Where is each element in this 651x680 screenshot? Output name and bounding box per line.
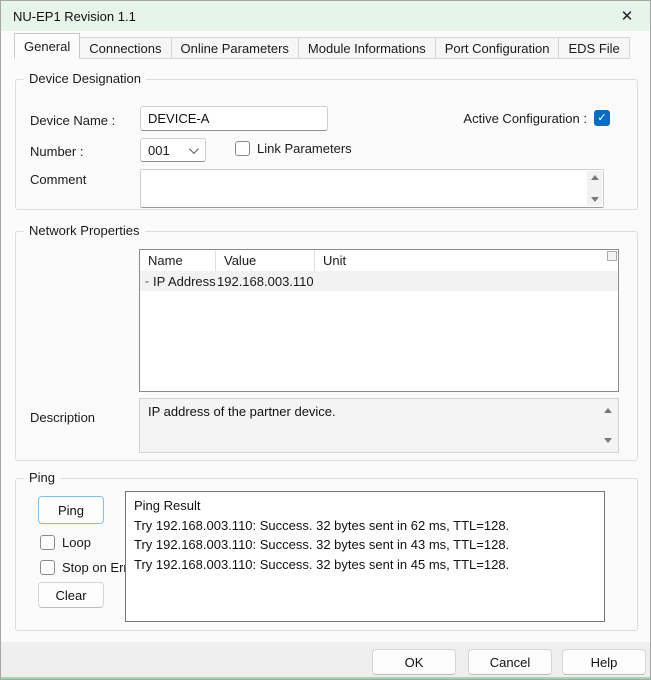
ping-result-line: Ping Result <box>134 496 596 516</box>
stop-on-error-checkbox[interactable] <box>40 560 55 575</box>
scroll-down-icon[interactable] <box>604 438 612 443</box>
close-icon[interactable]: ✕ <box>612 1 642 31</box>
tab-module-informations[interactable]: Module Informations <box>298 37 436 59</box>
device-designation-group-label: Device Designation <box>24 71 146 86</box>
link-parameters-label: Link Parameters <box>257 141 352 156</box>
ping-result-line: Try 192.168.003.110: Success. 32 bytes s… <box>134 516 596 536</box>
ping-group-label: Ping <box>24 470 60 485</box>
row-name-cell: IP Address <box>153 274 216 289</box>
clear-button[interactable]: Clear <box>38 582 104 608</box>
comment-label: Comment <box>30 172 86 187</box>
active-configuration-checkbox[interactable]: ✓ <box>594 110 610 126</box>
ping-group: Ping Ping Loop Stop on Error Clear Ping … <box>15 478 638 631</box>
table-header: Name Value Unit <box>140 250 618 271</box>
number-label: Number : <box>30 144 83 159</box>
tab-online-parameters[interactable]: Online Parameters <box>171 37 299 59</box>
scroll-down-icon[interactable] <box>591 197 599 202</box>
tab-label: Connections <box>89 41 161 56</box>
tab-port-configuration[interactable]: Port Configuration <box>435 37 560 59</box>
tab-label: Online Parameters <box>181 41 289 56</box>
ping-button[interactable]: Ping <box>38 496 104 524</box>
column-header-value[interactable]: Value <box>216 250 315 271</box>
tab-general[interactable]: General <box>14 33 80 59</box>
comment-scrollbar[interactable] <box>587 171 602 206</box>
dialog-window: NU-EP1 Revision 1.1 ✕ General Connection… <box>0 0 651 680</box>
link-parameters-checkbox[interactable] <box>235 141 250 156</box>
loop-row: Loop <box>40 535 91 550</box>
tab-eds-file[interactable]: EDS File <box>558 37 629 59</box>
tab-connections[interactable]: Connections <box>79 37 171 59</box>
row-value-cell: 192.168.003.110 <box>217 274 314 289</box>
scroll-up-icon[interactable] <box>591 175 599 180</box>
help-button[interactable]: Help <box>562 649 646 675</box>
chevron-down-icon <box>189 144 199 154</box>
ping-result-box[interactable]: Ping Result Try 192.168.003.110: Success… <box>125 491 605 622</box>
link-parameters-row: Link Parameters <box>235 141 352 156</box>
tab-label: EDS File <box>568 41 619 56</box>
active-configuration-row: Active Configuration : ✓ <box>463 110 610 126</box>
ok-button[interactable]: OK <box>372 649 456 675</box>
network-properties-group: Network Properties Name Value Unit - IP … <box>15 231 638 461</box>
tab-label: General <box>24 39 70 54</box>
title-bar: NU-EP1 Revision 1.1 ✕ <box>1 1 650 31</box>
checkmark-icon: ✓ <box>597 113 606 124</box>
comment-textarea[interactable] <box>140 169 604 208</box>
description-text: IP address of the partner device. <box>148 404 336 419</box>
column-header-name[interactable]: Name <box>140 250 216 271</box>
number-dropdown[interactable]: 001 <box>140 138 206 162</box>
description-box[interactable]: IP address of the partner device. <box>139 398 619 453</box>
cancel-button[interactable]: Cancel <box>468 649 552 675</box>
device-name-input[interactable] <box>140 106 328 131</box>
scroll-up-icon[interactable] <box>604 408 612 413</box>
device-name-label: Device Name : <box>30 113 115 128</box>
description-label: Description <box>30 410 95 425</box>
number-value: 001 <box>148 143 170 158</box>
network-properties-group-label: Network Properties <box>24 223 145 238</box>
ping-result-line: Try 192.168.003.110: Success. 32 bytes s… <box>134 535 596 555</box>
ping-result-line: Try 192.168.003.110: Success. 32 bytes s… <box>134 555 596 575</box>
device-designation-group: Device Designation Device Name : Active … <box>15 79 638 210</box>
tab-label: Port Configuration <box>445 41 550 56</box>
active-configuration-label: Active Configuration : <box>463 111 587 126</box>
window-title: NU-EP1 Revision 1.1 <box>13 9 136 24</box>
tab-label: Module Informations <box>308 41 426 56</box>
tree-collapse-icon[interactable]: - <box>145 274 153 288</box>
dialog-footer: OK Cancel Help <box>1 642 650 679</box>
loop-label: Loop <box>62 535 91 550</box>
table-corner-button[interactable] <box>607 251 617 261</box>
table-row[interactable]: - IP Address 192.168.003.110 <box>140 271 618 291</box>
tab-bar: General Connections Online Parameters Mo… <box>1 32 650 59</box>
column-header-unit[interactable]: Unit <box>315 250 618 271</box>
properties-table: Name Value Unit - IP Address 192.168.003… <box>139 249 619 392</box>
loop-checkbox[interactable] <box>40 535 55 550</box>
